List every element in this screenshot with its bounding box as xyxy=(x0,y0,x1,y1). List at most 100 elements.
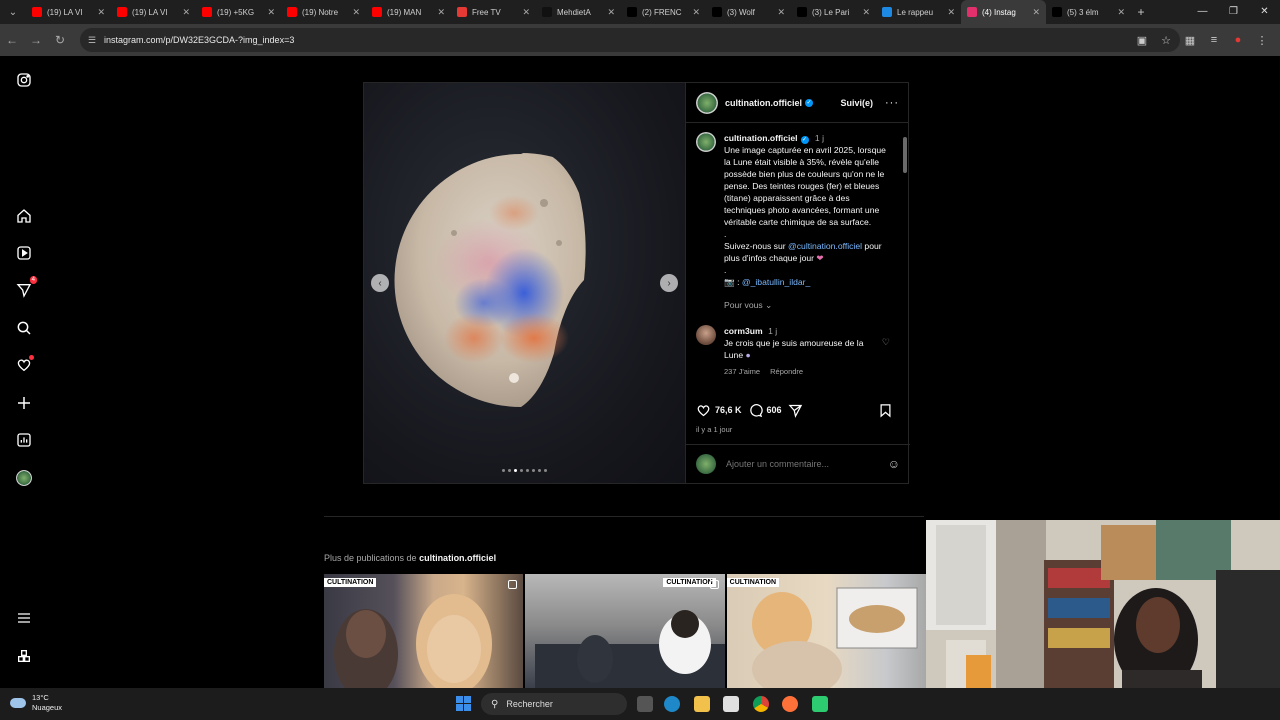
task-view-icon[interactable] xyxy=(637,696,653,712)
browser-tab[interactable]: (19) Notre ✕ xyxy=(281,0,366,24)
post-image[interactable]: ‹ › xyxy=(364,83,685,483)
comment-button[interactable]: 606 xyxy=(748,403,782,418)
tab-close-icon[interactable]: ✕ xyxy=(522,7,530,18)
windows-start-icon[interactable] xyxy=(456,696,471,711)
author-avatar[interactable] xyxy=(696,91,718,114)
reply-button[interactable]: Répondre xyxy=(770,367,803,376)
caption-avatar[interactable] xyxy=(696,132,716,152)
edge-icon[interactable] xyxy=(664,696,680,712)
save-button[interactable] xyxy=(878,403,893,418)
instagram-logo-icon[interactable] xyxy=(14,70,34,90)
tab-title: (19) MAN xyxy=(387,7,422,17)
post-thumbnail[interactable]: CULTINATION xyxy=(726,574,926,688)
browser-tab[interactable]: (4) Instag ✕ xyxy=(961,0,1046,24)
tab-close-icon[interactable]: ✕ xyxy=(1117,7,1125,18)
messages-icon[interactable]: 4 xyxy=(14,276,37,300)
tab-close-icon[interactable]: ✕ xyxy=(97,7,105,18)
commenter-avatar[interactable] xyxy=(696,325,716,345)
new-tab-button[interactable]: + xyxy=(1131,5,1151,19)
extensions-icon[interactable]: ▦ xyxy=(1178,34,1202,47)
caption-body: cultination.officiel ✓ 1 j Une image capt… xyxy=(724,132,892,288)
browser-tab[interactable]: Free TV ✕ xyxy=(451,0,536,24)
browser-tab[interactable]: (19) LA VI ✕ xyxy=(111,0,196,24)
author-username[interactable]: cultination.officiel xyxy=(725,98,802,108)
browser-tab[interactable]: MehdietA ✕ xyxy=(536,0,621,24)
tab-close-icon[interactable]: ✕ xyxy=(947,7,955,18)
url-field[interactable]: ☰ instagram.com/p/DW32E3GCDA-?img_index=… xyxy=(80,28,1180,52)
add-comment-input[interactable] xyxy=(726,459,888,469)
restore-icon[interactable]: ❐ xyxy=(1218,0,1249,24)
profile-icon[interactable]: ● xyxy=(1226,34,1250,46)
profile-avatar-icon[interactable] xyxy=(14,468,34,488)
home-icon[interactable] xyxy=(14,206,34,226)
install-icon[interactable]: ▣ xyxy=(1130,34,1154,47)
browser-tab[interactable]: (5) 3 élm ✕ xyxy=(1046,0,1131,24)
store-icon[interactable] xyxy=(723,696,739,712)
tab-close-icon[interactable]: ✕ xyxy=(607,7,615,18)
caption-username[interactable]: cultination.officiel xyxy=(724,133,798,143)
site-info-icon[interactable]: ☰ xyxy=(88,35,98,46)
media-icon[interactable]: ≡ xyxy=(1202,34,1226,46)
browser-tab[interactable]: (2) FRENC ✕ xyxy=(621,0,706,24)
browser-tab[interactable]: (19) MAN ✕ xyxy=(366,0,451,24)
emoji-icon[interactable]: ☺ xyxy=(888,457,900,471)
mention-link[interactable]: @cultination.officiel xyxy=(788,241,862,251)
scrollbar-thumb[interactable] xyxy=(903,137,907,173)
comment-like-icon[interactable]: ♡ xyxy=(882,337,890,348)
tab-close-icon[interactable]: ✕ xyxy=(692,7,700,18)
tab-search-icon[interactable]: ⌄ xyxy=(0,0,26,24)
close-window-icon[interactable]: ✕ xyxy=(1249,0,1280,24)
tab-close-icon[interactable]: ✕ xyxy=(1032,7,1040,18)
tab-close-icon[interactable]: ✕ xyxy=(352,7,360,18)
more-posts-user[interactable]: cultination.officiel xyxy=(419,553,496,563)
pour-vous-dropdown[interactable]: Pour vous ⌄ xyxy=(724,300,896,311)
post-thumbnail[interactable]: CULTINATION xyxy=(525,574,725,688)
notifications-heart-icon[interactable] xyxy=(14,355,34,375)
post-thumbnail[interactable]: CULTINATION xyxy=(324,574,524,688)
comments-scroll-area[interactable]: cultination.officiel ✓ 1 j Une image capt… xyxy=(686,124,908,394)
browser-tab[interactable]: (3) Le Pari ✕ xyxy=(791,0,876,24)
firefox-icon[interactable] xyxy=(782,696,798,712)
tab-favicon-icon xyxy=(542,7,552,17)
browser-tab[interactable]: (3) Wolf ✕ xyxy=(706,0,791,24)
reload-icon[interactable]: ↻ xyxy=(48,33,72,47)
tab-close-icon[interactable]: ✕ xyxy=(777,7,785,18)
credit-link[interactable]: @_ibatullin_ildar_ xyxy=(742,277,810,287)
menu-icon[interactable]: ⋮ xyxy=(1250,34,1274,47)
browser-tab[interactable]: Le rappeu ✕ xyxy=(876,0,961,24)
comments-scrollbar[interactable] xyxy=(903,127,907,389)
carousel-next-button[interactable]: › xyxy=(660,274,678,292)
commenter-username[interactable]: corm3um xyxy=(724,326,763,336)
tab-close-icon[interactable]: ✕ xyxy=(437,7,445,18)
back-icon[interactable]: ← xyxy=(0,33,24,47)
dashboard-icon[interactable] xyxy=(14,430,34,450)
create-plus-icon[interactable] xyxy=(14,393,34,413)
comment-likes[interactable]: 237 J'aime xyxy=(724,367,760,376)
cloud-icon xyxy=(10,698,26,708)
more-options-icon[interactable]: ··· xyxy=(885,97,899,109)
bookmark-star-icon[interactable]: ☆ xyxy=(1154,34,1178,47)
browser-tab[interactable]: (19) LA VI ✕ xyxy=(26,0,111,24)
app-icon[interactable] xyxy=(812,696,828,712)
chrome-icon[interactable] xyxy=(753,696,769,712)
following-button[interactable]: Suivi(e) xyxy=(840,98,873,108)
weather-widget[interactable]: 13°C Nuageux xyxy=(10,693,62,713)
share-button[interactable] xyxy=(788,403,803,418)
carousel-prev-button[interactable]: ‹ xyxy=(371,274,389,292)
minimize-icon[interactable]: — xyxy=(1187,0,1218,24)
search-icon[interactable] xyxy=(14,318,34,338)
verified-badge-icon: ✓ xyxy=(805,98,814,107)
forward-icon[interactable]: → xyxy=(24,33,48,47)
reels-icon[interactable] xyxy=(14,243,34,263)
tab-close-icon[interactable]: ✕ xyxy=(862,7,870,18)
post-date[interactable]: il y a 1 jour xyxy=(696,425,732,434)
threads-grid-icon[interactable] xyxy=(14,646,34,666)
hamburger-menu-icon[interactable] xyxy=(14,608,34,628)
tab-close-icon[interactable]: ✕ xyxy=(182,7,190,18)
taskbar-search[interactable]: ⚲ Rechercher xyxy=(481,693,627,715)
tab-close-icon[interactable]: ✕ xyxy=(267,7,275,18)
like-button[interactable]: 76,6 K xyxy=(696,403,742,418)
tab-favicon-icon xyxy=(287,7,297,17)
file-explorer-icon[interactable] xyxy=(694,696,710,712)
browser-tab[interactable]: (19) +5KG ✕ xyxy=(196,0,281,24)
